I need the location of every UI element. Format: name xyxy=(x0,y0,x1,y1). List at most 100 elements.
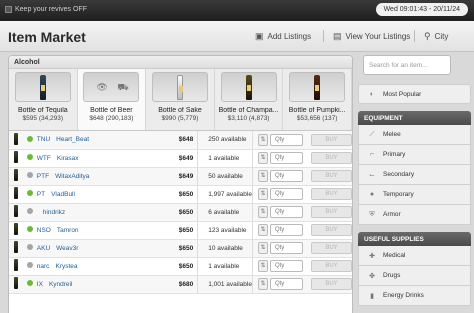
seller-cell[interactable]: hindrikz xyxy=(37,203,132,221)
item-card-beer[interactable]: 👁 ⛟ Bottle of Beer $648 (290,183) xyxy=(77,69,147,130)
stepper-arrows-icon[interactable]: ⇅ xyxy=(257,188,268,200)
seller-name[interactable]: Weav3r xyxy=(56,245,78,252)
sidebar-item-temporary[interactable]: ● Temporary xyxy=(358,185,471,205)
seller-cell[interactable]: NSO Tamron xyxy=(37,221,132,239)
buy-button[interactable]: BUY xyxy=(311,188,352,200)
top-bar: Keep your revives OFF Wed 09:01:43 - 20/… xyxy=(0,0,474,21)
seller-cell[interactable]: PT VladBull xyxy=(37,185,132,203)
stepper-arrows-icon[interactable]: ⇅ xyxy=(257,152,268,164)
quantity-input[interactable]: Qty xyxy=(269,224,303,236)
seller-name[interactable]: VladBull xyxy=(51,191,75,198)
faction-tag[interactable]: WTF xyxy=(37,155,51,162)
listing-availability: 1,997 available xyxy=(197,185,253,203)
supplies-header: USEFUL SUPPLIES xyxy=(358,232,471,246)
checkbox-icon[interactable] xyxy=(5,6,12,13)
table-row: hindrikz $650 6 available ⇅ Qty BUY xyxy=(9,203,352,221)
search-input[interactable]: Search for an item... xyxy=(363,55,451,75)
seller-name[interactable]: Heart_Beat xyxy=(56,136,89,143)
faction-tag[interactable]: NSO xyxy=(37,227,51,234)
faction-tag[interactable]: AKU xyxy=(37,245,50,252)
item-price: $595 (34,293) xyxy=(22,115,64,122)
stepper-arrows-icon[interactable]: ⇅ xyxy=(257,242,268,254)
item-card-tequila[interactable]: Bottle of Tequila $595 (34,293) xyxy=(9,69,78,130)
quantity-stepper[interactable]: ⇅ Qty xyxy=(252,167,303,185)
sidebar-item-primary[interactable]: ⌐ Primary xyxy=(358,145,471,165)
stepper-arrows-icon[interactable]: ⇅ xyxy=(257,170,268,182)
buy-cell: BUY xyxy=(303,257,352,275)
quantity-stepper[interactable]: ⇅ Qty xyxy=(252,275,303,293)
quantity-stepper[interactable]: ⇅ Qty xyxy=(252,149,303,167)
quantity-stepper[interactable]: ⇅ Qty xyxy=(252,203,303,221)
item-card-champagne[interactable]: Bottle of Champa... $3,110 (4,873) xyxy=(215,69,284,130)
sidebar-item-secondary[interactable]: ⌙ Secondary xyxy=(358,165,471,185)
sidebar-item-most-popular[interactable]: ◐ Most Popular xyxy=(358,84,471,104)
sidebar-item-drugs[interactable]: ✤ Drugs xyxy=(358,266,471,286)
faction-tag[interactable]: TNU xyxy=(37,136,50,143)
quantity-input[interactable]: Qty xyxy=(269,260,303,272)
seller-name[interactable]: Tamron xyxy=(57,227,79,234)
stepper-arrows-icon[interactable]: ⇅ xyxy=(257,133,268,146)
quantity-stepper[interactable]: ⇅ Qty xyxy=(252,257,303,275)
seller-name[interactable]: Kirasax xyxy=(57,155,79,162)
seller-name[interactable]: Krystea xyxy=(55,263,77,270)
quantity-input[interactable]: Qty xyxy=(269,206,303,218)
shopping-cart-icon[interactable]: ⛟ xyxy=(117,82,128,94)
seller-cell[interactable]: AKU Weav3r xyxy=(37,239,132,257)
item-card-sake[interactable]: Bottle of Sake $990 (5,779) xyxy=(146,69,215,130)
revive-toggle[interactable]: Keep your revives OFF xyxy=(5,6,87,13)
category-title: Alcohol xyxy=(9,56,352,69)
quantity-input[interactable]: Qty xyxy=(269,242,303,254)
stepper-arrows-icon[interactable]: ⇅ xyxy=(257,278,268,290)
buy-button[interactable]: BUY xyxy=(311,224,352,236)
city-button[interactable]: ⚲ City xyxy=(424,31,448,42)
quantity-input[interactable]: Qty xyxy=(269,152,303,164)
sidebar-item-energy-drinks[interactable]: ▮ Energy Drinks xyxy=(358,286,471,306)
buy-cell: BUY xyxy=(303,131,352,149)
quantity-input[interactable]: Qty xyxy=(269,133,303,146)
quantity-input[interactable]: Qty xyxy=(269,170,303,182)
item-card-pumpkin[interactable]: Bottle of Pumpki... $53,656 (137) xyxy=(283,69,352,130)
quantity-stepper[interactable]: ⇅ Qty xyxy=(252,131,303,149)
status-dot-icon xyxy=(27,262,34,268)
stepper-arrows-icon[interactable]: ⇅ xyxy=(257,260,268,272)
seller-cell[interactable]: PTF WitaxAditya xyxy=(37,167,132,185)
view-listings-button[interactable]: ▤ View Your Listings xyxy=(333,31,410,42)
item-name: Bottle of Beer xyxy=(90,107,133,114)
faction-tag[interactable]: IX xyxy=(37,281,43,288)
sidebar-item-label: Secondary xyxy=(383,171,415,178)
buy-button[interactable]: BUY xyxy=(311,170,352,182)
stepper-arrows-icon[interactable]: ⇅ xyxy=(257,224,268,236)
view-info-icon[interactable]: 👁 xyxy=(96,82,107,93)
buy-button[interactable]: BUY xyxy=(311,278,352,290)
armor-icon: ⛨ xyxy=(369,210,375,218)
quantity-stepper[interactable]: ⇅ Qty xyxy=(252,239,303,257)
beer-bottle-icon xyxy=(14,205,19,217)
quantity-input[interactable]: Qty xyxy=(269,188,303,200)
sidebar-item-medical[interactable]: ✚ Medical xyxy=(358,246,471,266)
quantity-input[interactable]: Qty xyxy=(269,278,303,290)
listing-price: $650 xyxy=(131,221,199,239)
seller-cell[interactable]: WTF Kirasax xyxy=(37,149,132,167)
seller-cell[interactable]: IX Kyndreil xyxy=(37,275,132,293)
seller-name[interactable]: hindrikz xyxy=(43,209,65,216)
quantity-stepper[interactable]: ⇅ Qty xyxy=(252,221,303,239)
seller-name[interactable]: WitaxAditya xyxy=(55,173,89,180)
faction-tag[interactable]: narc xyxy=(37,263,50,270)
item-image xyxy=(151,72,208,102)
stepper-arrows-icon[interactable]: ⇅ xyxy=(257,206,268,218)
faction-tag[interactable]: PT xyxy=(37,191,45,198)
buy-button[interactable]: BUY xyxy=(311,206,352,218)
sidebar-item-armor[interactable]: ⛨ Armor xyxy=(358,205,471,225)
add-listings-button[interactable]: ▣ Add Listings xyxy=(255,31,311,42)
buy-cell: BUY xyxy=(303,185,352,203)
buy-button[interactable]: BUY xyxy=(311,152,352,164)
seller-cell[interactable]: narc Krystea xyxy=(37,257,132,275)
seller-name[interactable]: Kyndreil xyxy=(49,281,72,288)
sidebar-item-melee[interactable]: ⟋ Melee xyxy=(358,125,471,145)
seller-cell[interactable]: TNU Heart_Beat xyxy=(37,131,132,149)
quantity-stepper[interactable]: ⇅ Qty xyxy=(252,185,303,203)
buy-button[interactable]: BUY xyxy=(311,242,352,254)
faction-tag[interactable]: PTF xyxy=(37,173,49,180)
buy-button[interactable]: BUY xyxy=(311,133,352,146)
buy-button[interactable]: BUY xyxy=(311,260,352,272)
